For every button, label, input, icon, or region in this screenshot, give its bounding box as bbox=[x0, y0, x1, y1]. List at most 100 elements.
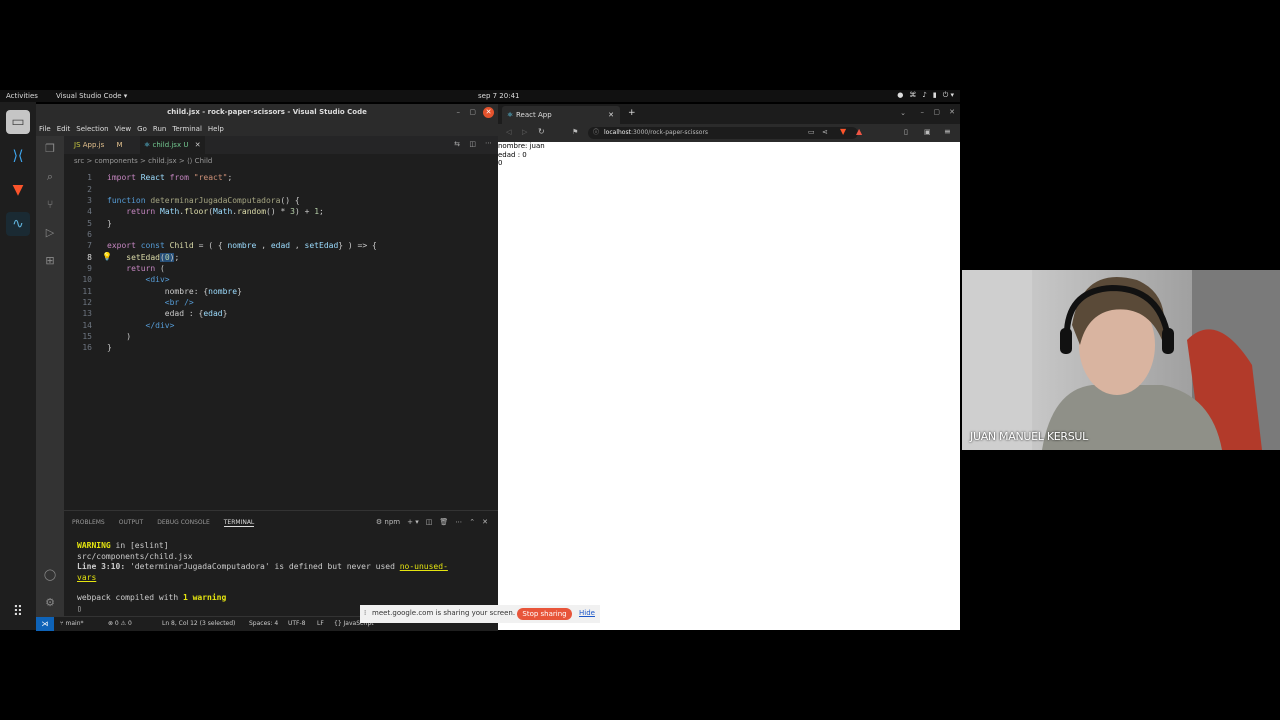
line-number: 4 bbox=[87, 207, 92, 216]
network-icon: ⌘ bbox=[909, 91, 917, 99]
clock[interactable]: sep 7 20:41 bbox=[478, 92, 519, 100]
run-debug-icon[interactable]: ▷ bbox=[43, 226, 57, 240]
sidebar-icon[interactable]: ▯ bbox=[904, 128, 908, 136]
menu-terminal[interactable]: Terminal bbox=[172, 125, 202, 133]
more-icon[interactable]: ⋯ bbox=[455, 518, 462, 526]
system-tray[interactable]: ● ⌘ ♪ ▮ ⏻ ▾ bbox=[897, 91, 954, 100]
participant-video: JUAN MANUEL KERSUL bbox=[962, 270, 1280, 450]
search-icon[interactable]: ⌕ bbox=[43, 170, 57, 184]
editor-area: JS App.js M ⚛ child.jsx U ✕ ⇆ ◫ ⋯ src > … bbox=[64, 136, 498, 510]
line-number: 16 bbox=[82, 343, 92, 352]
tab-label: App.js bbox=[82, 141, 105, 149]
tab-app-js[interactable]: JS App.js M bbox=[70, 136, 127, 154]
stop-sharing-button[interactable]: Stop sharing bbox=[517, 608, 572, 620]
new-tab-icon[interactable]: + bbox=[628, 108, 636, 118]
new-terminal-icon[interactable]: + ▾ bbox=[407, 518, 419, 526]
menu-help[interactable]: Help bbox=[208, 125, 224, 133]
explorer-icon[interactable]: ❐ bbox=[43, 142, 57, 156]
close-icon[interactable]: ✕ bbox=[483, 107, 494, 118]
account-icon[interactable]: ◯ bbox=[43, 568, 57, 582]
terminal-output[interactable]: WARNING in [eslint] src/components/child… bbox=[77, 541, 487, 614]
reload-icon[interactable]: ↻ bbox=[538, 127, 545, 136]
line-number: 6 bbox=[87, 230, 92, 239]
close-tab-icon[interactable]: ✕ bbox=[608, 106, 614, 124]
line-number: 11 bbox=[82, 287, 92, 296]
drag-handle-icon[interactable]: ⁞ bbox=[364, 609, 366, 617]
browser-window: ⚛ React App ✕ + ⌄ – ▢ ✕ ◁ ▷ ↻ ⚑ ⓘ localh… bbox=[498, 104, 960, 630]
react-file-icon: ⚛ bbox=[144, 141, 151, 149]
dock: ▭ ⟩⟨ ▼ ∿ ⠿ bbox=[0, 102, 36, 630]
more-actions-icon[interactable]: ⋯ bbox=[485, 139, 492, 147]
menu-go[interactable]: Go bbox=[137, 125, 147, 133]
branch-name: main* bbox=[65, 620, 84, 627]
minimize-icon[interactable]: – bbox=[457, 108, 461, 116]
breadcrumb[interactable]: src > components > child.jsx > ⟨⟩ Child bbox=[74, 157, 212, 165]
cursor-position[interactable]: Ln 8, Col 12 (3 selected) bbox=[162, 620, 235, 627]
browser-tab[interactable]: ⚛ React App ✕ bbox=[502, 106, 620, 124]
line-number: 1 bbox=[87, 173, 92, 182]
maximize-panel-icon[interactable]: ⌃ bbox=[469, 518, 475, 526]
rule-link[interactable]: no-unused- bbox=[400, 562, 448, 571]
code-line: } bbox=[107, 219, 112, 228]
maximize-icon[interactable]: ▢ bbox=[469, 108, 476, 116]
app-menu[interactable]: Visual Studio Code ▾ bbox=[56, 92, 127, 100]
tab-child-jsx[interactable]: ⚛ child.jsx U ✕ bbox=[140, 136, 205, 154]
terminal-shell-label[interactable]: ⚙ npm bbox=[376, 518, 400, 526]
power-icon: ⏻ ▾ bbox=[942, 91, 954, 99]
share-icon[interactable]: ⋖ bbox=[822, 128, 828, 136]
code-line: return Math.floor(Math.random() * 3) + 1… bbox=[126, 207, 324, 216]
brave-rewards-icon[interactable]: ▲ bbox=[856, 127, 862, 136]
tab-search-icon[interactable]: ⌄ bbox=[900, 109, 906, 117]
tab-debug-console[interactable]: DEBUG CONSOLE bbox=[157, 519, 210, 527]
menu-edit[interactable]: Edit bbox=[57, 125, 71, 133]
hide-button[interactable]: Hide bbox=[579, 609, 595, 617]
menu-file[interactable]: File bbox=[39, 125, 51, 133]
menu-icon[interactable]: ≡ bbox=[944, 127, 951, 136]
close-window-icon[interactable]: ✕ bbox=[949, 108, 955, 116]
indentation[interactable]: Spaces: 4 bbox=[249, 620, 278, 627]
open-changes-icon[interactable]: ⇆ bbox=[454, 140, 460, 148]
address-bar[interactable]: ⓘ localhost:3000/rock-paper-scissors bbox=[588, 127, 858, 139]
tab-problems[interactable]: PROBLEMS bbox=[72, 519, 105, 527]
files-icon[interactable]: ▭ bbox=[6, 110, 30, 134]
code-line: <br /> bbox=[164, 298, 194, 307]
maximize-icon[interactable]: ▢ bbox=[933, 108, 940, 116]
split-terminal-icon[interactable]: ◫ bbox=[426, 518, 433, 526]
code-line: } bbox=[107, 343, 112, 352]
screencast-icon[interactable]: ▭ bbox=[808, 128, 815, 136]
split-editor-icon[interactable]: ◫ bbox=[469, 140, 476, 148]
extensions-icon[interactable]: ⊞ bbox=[43, 254, 57, 268]
remote-icon[interactable]: ⋊ bbox=[36, 617, 54, 631]
eol[interactable]: LF bbox=[317, 620, 324, 627]
tab-output[interactable]: OUTPUT bbox=[119, 519, 143, 527]
activities-button[interactable]: Activities bbox=[6, 92, 38, 100]
close-panel-icon[interactable]: ✕ bbox=[482, 518, 488, 526]
settings-gear-icon[interactable]: ⚙ bbox=[43, 596, 57, 610]
menu-bar: File Edit Selection View Go Run Terminal… bbox=[36, 122, 498, 136]
close-tab-icon[interactable]: ✕ bbox=[195, 141, 201, 149]
wallet-icon[interactable]: ▣ bbox=[924, 128, 931, 136]
brave-shields-icon[interactable]: ▼ bbox=[840, 127, 846, 136]
minimize-icon[interactable]: – bbox=[921, 108, 925, 116]
system-monitor-icon[interactable]: ∿ bbox=[6, 212, 30, 236]
forward-icon[interactable]: ▷ bbox=[522, 128, 527, 136]
branch-status[interactable]: ⑂ main* bbox=[60, 620, 84, 627]
tab-terminal[interactable]: TERMINAL bbox=[223, 519, 255, 527]
source-control-icon[interactable]: ⑂ bbox=[43, 198, 57, 212]
show-apps-icon[interactable]: ⠿ bbox=[6, 600, 30, 624]
bottom-panel: PROBLEMS OUTPUT DEBUG CONSOLE TERMINAL ⚙… bbox=[64, 510, 498, 617]
problems-status[interactable]: ⊗ 0 ⚠ 0 bbox=[108, 620, 132, 627]
bookmark-icon[interactable]: ⚑ bbox=[572, 128, 578, 136]
menu-run[interactable]: Run bbox=[153, 125, 166, 133]
line-number: 12 bbox=[82, 298, 92, 307]
untracked-badge: U bbox=[183, 141, 189, 149]
menu-view[interactable]: View bbox=[115, 125, 132, 133]
trash-icon[interactable]: 🗑 bbox=[439, 518, 448, 526]
back-icon[interactable]: ◁ bbox=[506, 128, 511, 136]
encoding[interactable]: UTF-8 bbox=[288, 620, 306, 627]
vscode-icon[interactable]: ⟩⟨ bbox=[6, 144, 30, 168]
shield-icon: ● bbox=[897, 91, 904, 99]
brave-icon[interactable]: ▼ bbox=[6, 178, 30, 202]
menu-selection[interactable]: Selection bbox=[76, 125, 108, 133]
warning-label: WARNING bbox=[77, 541, 111, 550]
